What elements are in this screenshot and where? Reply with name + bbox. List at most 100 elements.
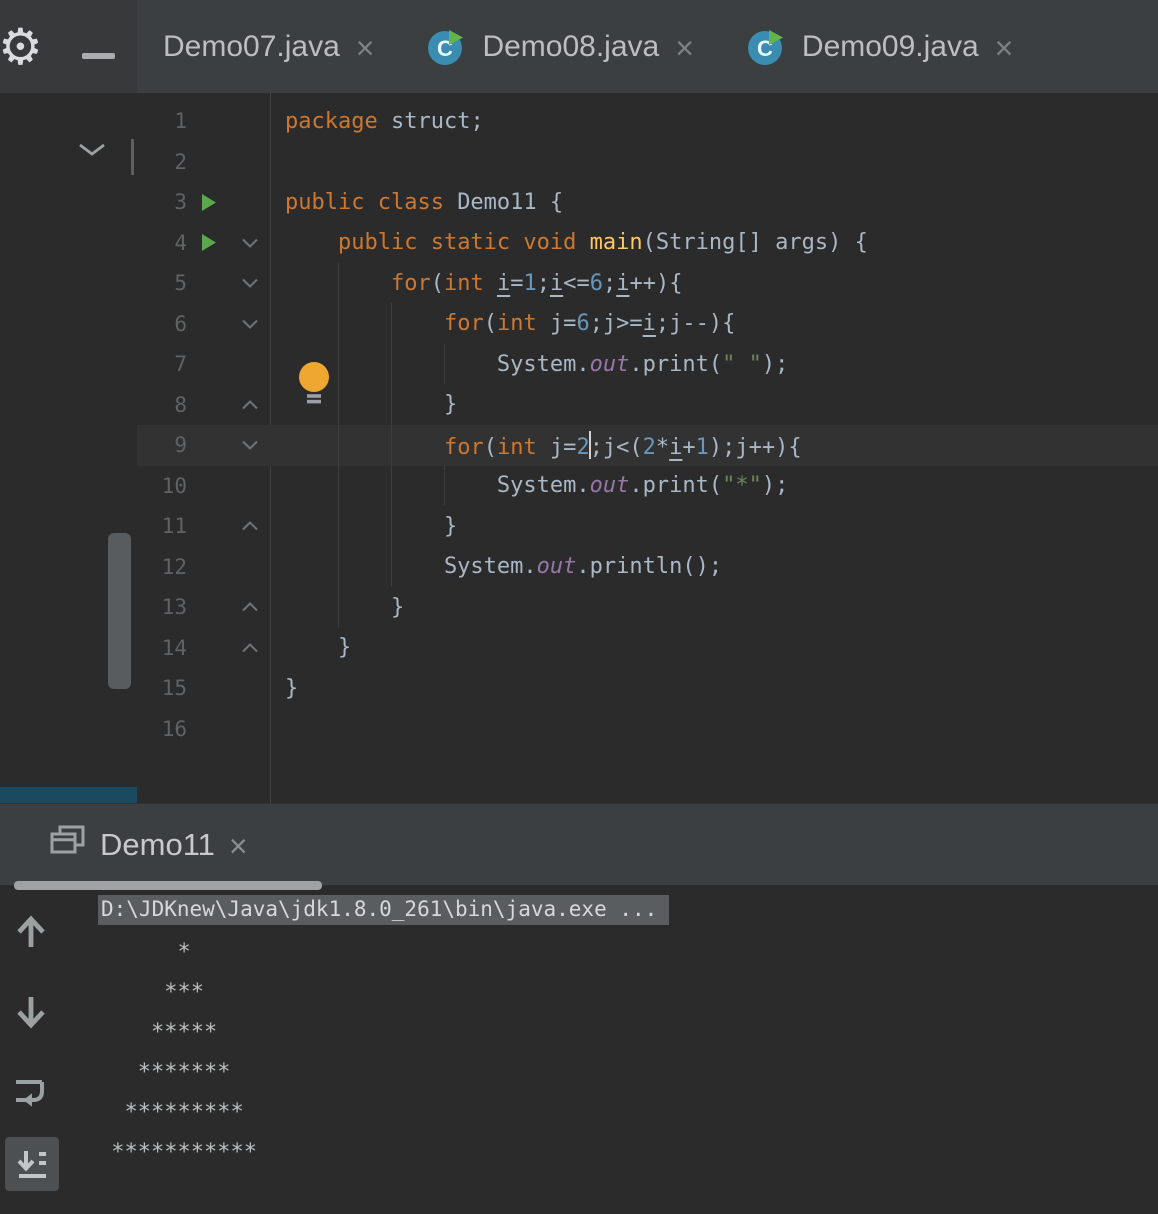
horizontal-scrollbar-thumb[interactable]	[14, 881, 322, 890]
intention-lightbulb-icon[interactable]	[297, 361, 331, 410]
code-token: ++){	[629, 270, 683, 296]
code-token: );	[761, 351, 789, 377]
console-output-line: ***	[98, 980, 204, 1005]
code-token: int	[443, 270, 497, 296]
fold-up-icon[interactable]	[229, 520, 270, 532]
fold-down-icon[interactable]	[229, 439, 270, 451]
code-text: System.out.print(" ");	[270, 352, 788, 377]
scroll-to-end-button[interactable]	[5, 1137, 59, 1191]
tab-demo09-java[interactable]: C Demo09.java ×	[720, 0, 1039, 93]
fold-up-icon[interactable]	[229, 642, 270, 654]
console-output-area[interactable]: D:\JDKnew\Java\jdk1.8.0_261\bin\java.exe…	[62, 885, 1158, 1214]
code-line-5[interactable]: 5 for(int i=1;i<=6;i++){	[137, 263, 1158, 304]
chevron-down-icon[interactable]	[76, 141, 108, 164]
line-number: 16	[161, 716, 187, 741]
fold-down-icon[interactable]	[229, 277, 270, 289]
code-token: ;j--){	[655, 311, 736, 337]
code-token: public class	[285, 189, 458, 215]
code-token: 2	[642, 434, 656, 460]
code-line-2[interactable]: 2	[137, 142, 1158, 183]
console-output-line: *********	[98, 1100, 244, 1125]
code-line-14[interactable]: 14 }	[137, 628, 1158, 669]
line-number: 1	[174, 109, 187, 134]
code-token: package	[285, 108, 391, 134]
up-stacktrace-icon[interactable]	[14, 913, 48, 956]
code-line-7[interactable]: 7 System.out.print(" ");	[137, 344, 1158, 385]
tab-demo07-java[interactable]: Demo07.java ×	[137, 0, 400, 93]
code-line-6[interactable]: 6 for(int j=6;j>=i;j--){	[137, 304, 1158, 345]
line-number: 2	[174, 149, 187, 174]
run-gutter-icon[interactable]	[187, 233, 229, 252]
code-line-1[interactable]: 1 package struct;	[137, 101, 1158, 142]
sidebar-accent-strip	[0, 787, 137, 803]
code-token: ;	[536, 270, 550, 296]
code-token: +	[682, 434, 696, 460]
console-command-line[interactable]: D:\JDKnew\Java\jdk1.8.0_261\bin\java.exe…	[98, 895, 670, 925]
editor-tab-bar: ⚙ Demo07.java × C Demo08.java × C Demo09…	[0, 0, 1158, 93]
run-tab-label: Demo11	[100, 827, 215, 862]
code-token: 1	[523, 270, 537, 296]
code-token: (String[] args) {	[642, 230, 868, 256]
line-number: 13	[161, 595, 187, 620]
code-line-12[interactable]: 12 System.out.println();	[137, 547, 1158, 588]
down-stacktrace-icon[interactable]	[14, 993, 48, 1036]
code-token: main	[589, 230, 643, 256]
code-token: 6	[576, 311, 590, 337]
run-tab-demo11[interactable]: Demo11 ×	[50, 804, 248, 886]
code-line-15[interactable]: 15}	[137, 668, 1158, 709]
minimize-icon[interactable]	[82, 53, 115, 59]
run-window-icon	[50, 825, 86, 865]
code-token: i	[549, 270, 564, 296]
close-icon[interactable]: ×	[356, 30, 375, 64]
code-token: .println();	[576, 554, 723, 580]
indent-guide	[338, 263, 339, 628]
line-number: 12	[161, 554, 187, 579]
line-number: 4	[174, 230, 187, 255]
java-class-run-icon: C	[746, 27, 786, 67]
code-token: int	[496, 434, 550, 460]
fold-down-icon[interactable]	[229, 237, 270, 249]
line-number: 14	[161, 635, 187, 660]
code-token: "*"	[722, 473, 762, 499]
code-text: public class Demo11 {	[270, 190, 563, 215]
close-icon[interactable]: ×	[229, 828, 248, 862]
code-text: for(int j=2;j<(2*i+1);j++){	[270, 430, 802, 460]
code-line-8[interactable]: 8 }	[137, 385, 1158, 426]
code-token: 2	[576, 434, 590, 460]
code-line-13[interactable]: 13 }	[137, 587, 1158, 628]
close-icon[interactable]: ×	[995, 30, 1014, 64]
line-number: 15	[161, 676, 187, 701]
code-token: int	[496, 311, 550, 337]
code-line-10[interactable]: 10 System.out.print("*");	[137, 466, 1158, 507]
console-output-line: *****	[98, 1020, 218, 1045]
code-line-9[interactable]: 9 for(int j=2;j<(2*i+1);j++){	[137, 425, 1158, 466]
code-token: .print(	[629, 351, 723, 377]
tab-label: Demo07.java	[163, 29, 340, 63]
line-number: 9	[174, 433, 187, 458]
settings-gear-icon[interactable]: ⚙	[0, 22, 43, 72]
code-line-11[interactable]: 11 }	[137, 506, 1158, 547]
code-token: (	[483, 434, 497, 460]
titlebar-left: ⚙	[0, 0, 137, 93]
line-number: 8	[174, 392, 187, 417]
tab-demo08-java[interactable]: C Demo08.java ×	[400, 0, 719, 93]
code-text: public static void main(String[] args) {	[270, 230, 868, 255]
fold-up-icon[interactable]	[229, 399, 270, 411]
sidebar-scrollbar-thumb[interactable]	[108, 533, 131, 689]
code-line-16[interactable]: 16	[137, 709, 1158, 750]
fold-down-icon[interactable]	[229, 318, 270, 330]
close-icon[interactable]: ×	[675, 30, 694, 64]
fold-up-icon[interactable]	[229, 601, 270, 613]
code-line-4[interactable]: 4 public static void main(String[] args)…	[137, 223, 1158, 264]
line-number: 10	[161, 473, 187, 498]
soft-wrap-icon[interactable]	[12, 1075, 50, 1112]
code-token: 6	[589, 270, 603, 296]
run-gutter-icon[interactable]	[187, 193, 229, 212]
code-line-3[interactable]: 3 public class Demo11 {	[137, 182, 1158, 223]
code-editor[interactable]: 1 package struct; 2 3 public class Demo11 {4…	[137, 93, 1158, 803]
tab-label: Demo08.java	[482, 29, 660, 63]
code-text: package struct;	[270, 109, 484, 134]
code-token: for	[390, 270, 431, 296]
